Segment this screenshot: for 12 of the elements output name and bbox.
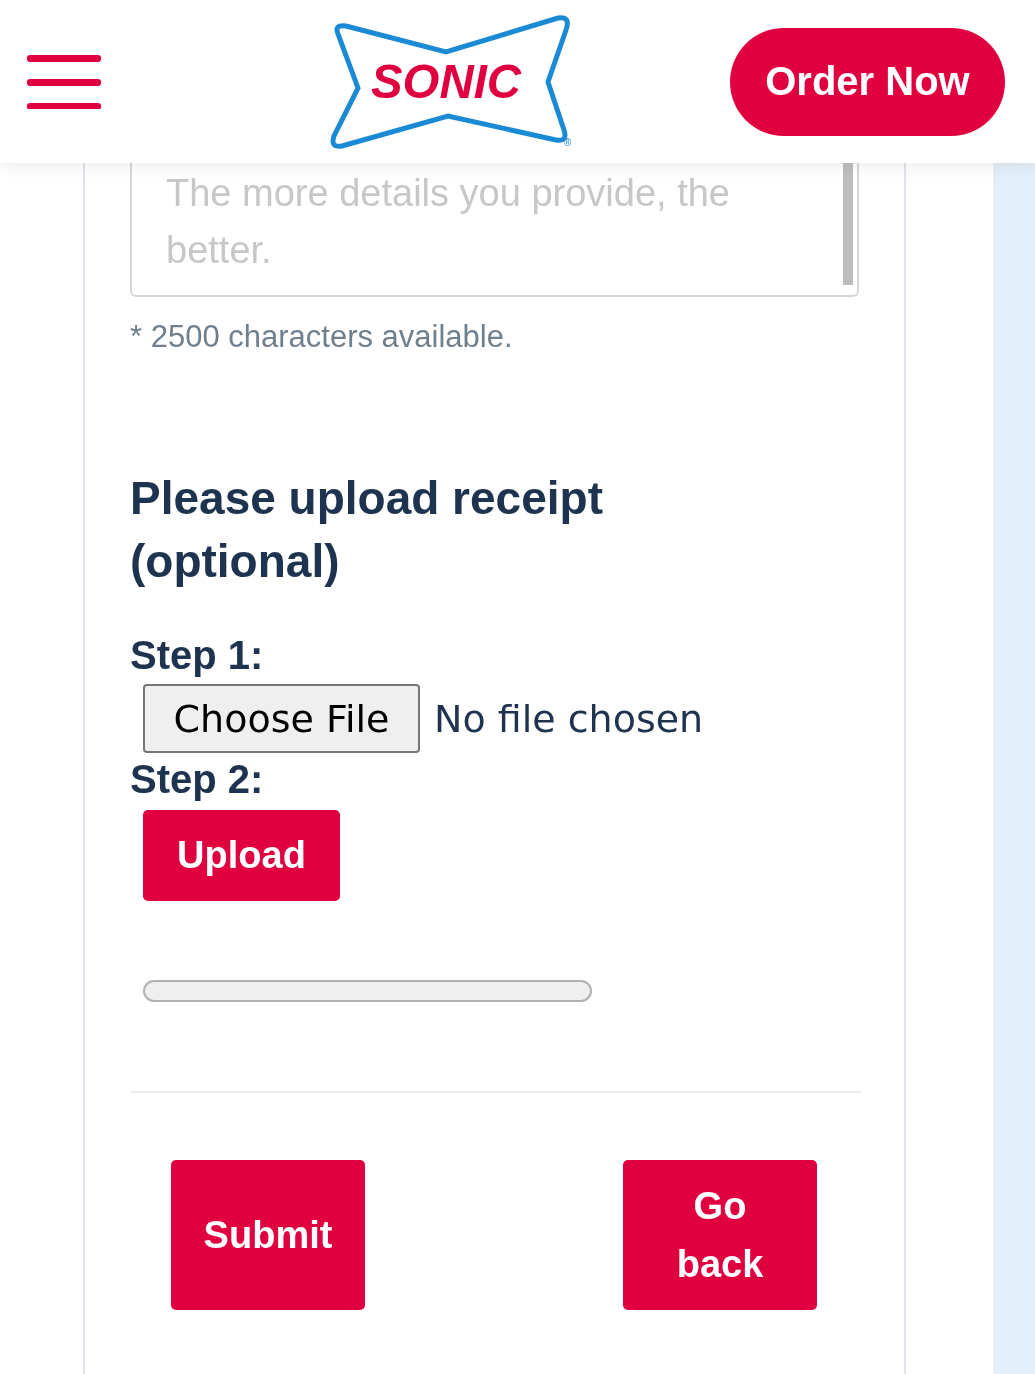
upload-title: Please upload receipt (optional)	[130, 471, 604, 589]
menu-icon[interactable]	[27, 54, 101, 109]
step-label: Step 1:	[130, 633, 265, 678]
submit-button[interactable]: Submit	[171, 1160, 365, 1310]
choose-file-button[interactable]: Choose File	[143, 684, 420, 753]
scrollbar[interactable]	[843, 163, 853, 285]
file-status: No file chosen	[434, 696, 704, 741]
upload-button[interactable]: Upload	[143, 810, 340, 901]
character-count-note: * 2500 characters available.	[130, 319, 514, 355]
order-now-button[interactable]: Order Now	[730, 27, 1005, 136]
step-label: Step 2:	[130, 757, 265, 802]
go-back-button[interactable]: Go back	[623, 1160, 817, 1310]
